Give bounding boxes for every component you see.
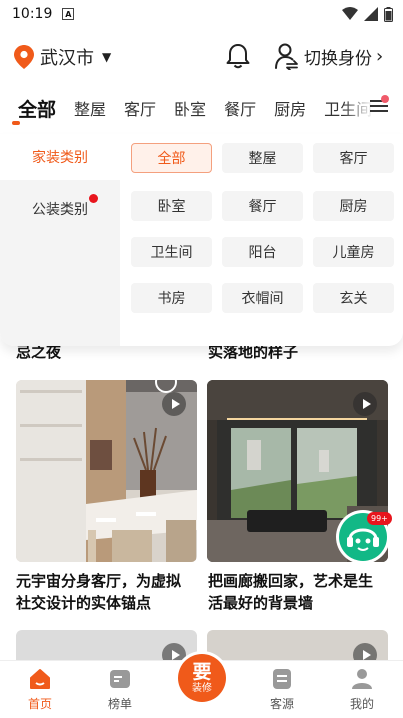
chip-whole-house[interactable]: 整屋: [222, 143, 303, 173]
switch-identity-label: 切换身份: [304, 48, 372, 69]
chip-balcony[interactable]: 阳台: [222, 237, 303, 267]
card-title-line-2: 社交设计的实体锚点: [16, 594, 152, 612]
category-commercial-label: 公装类别: [32, 202, 88, 218]
home-icon: [30, 669, 50, 689]
user-switch-icon: [275, 43, 298, 70]
nav-mine-label: 我的: [349, 697, 374, 711]
nav-ranking-label: 榜单: [107, 697, 132, 711]
nav-mine[interactable]: 我的: [332, 667, 392, 712]
service-count-badge: 99+: [367, 512, 392, 525]
chip-kitchen[interactable]: 厨房: [313, 191, 394, 221]
category-home[interactable]: 家装类别: [0, 134, 120, 180]
city-selector[interactable]: 武汉市 ▼: [14, 44, 111, 70]
category-commercial[interactable]: 公装类别: [0, 186, 120, 232]
active-tab-indicator: [12, 121, 20, 125]
notification-button[interactable]: [224, 42, 252, 74]
publish-sub-label: 装修: [192, 682, 212, 694]
nav-customers-label: 客源: [269, 697, 294, 711]
tab-living-room[interactable]: 客厅: [124, 96, 156, 120]
menu-badge-dot: [381, 95, 389, 103]
tab-dining-room[interactable]: 餐厅: [224, 96, 256, 120]
card-title-line-1: 把画廊搬回家，艺术是生: [208, 572, 374, 590]
ranking-icon: [110, 670, 130, 688]
chip-cloakroom[interactable]: 衣帽间: [222, 283, 303, 313]
nav-home-label: 首页: [27, 697, 52, 711]
chip-bedroom[interactable]: 卧室: [131, 191, 212, 221]
customers-icon: [273, 669, 291, 689]
card-title-line-2: 活最好的背景墙: [208, 594, 314, 612]
tab-bedroom[interactable]: 卧室: [174, 96, 206, 120]
chip-all[interactable]: 全部: [131, 143, 212, 173]
tab-kitchen[interactable]: 厨房: [274, 96, 306, 120]
chevron-right-icon: ›: [376, 45, 384, 67]
bell-icon: [226, 44, 250, 69]
profile-icon: [352, 669, 372, 689]
category-dropdown: 家装类别 公装类别 全部 整屋 客厅 卧室 餐厅 厨房 卫生间 阳台 儿童房 书…: [0, 134, 403, 346]
status-bar: 10:19 A: [0, 0, 403, 28]
card-title-line-1: 元宇宙分身客厅，为虚拟: [16, 572, 182, 590]
chip-dining-room[interactable]: 餐厅: [222, 191, 303, 221]
caret-down-icon: ▼: [102, 50, 112, 64]
city-name: 武汉市: [40, 48, 94, 69]
card-title-living-room[interactable]: 元宇宙分身客厅，为虚拟 社交设计的实体锚点: [16, 570, 181, 614]
nav-home[interactable]: 首页: [10, 667, 70, 712]
video-play-icon-1: [162, 392, 186, 416]
category-badge-dot: [89, 194, 98, 203]
chip-entrance[interactable]: 玄关: [313, 283, 394, 313]
sim-icon: A: [62, 8, 75, 20]
chip-study[interactable]: 书房: [131, 283, 212, 313]
wifi-icon: [342, 7, 358, 20]
status-time: 10:19: [12, 6, 53, 22]
switch-identity-button[interactable]: 切换身份 ›: [274, 42, 383, 70]
battery-icon: [384, 6, 393, 22]
chip-bathroom[interactable]: 卫生间: [131, 237, 212, 267]
category-sidebar: 家装类别 公装类别: [0, 134, 120, 346]
publish-main-label: 要: [192, 660, 212, 683]
tab-whole-house[interactable]: 整屋: [74, 96, 106, 120]
top-header: 武汉市 ▼ 切换身份 ›: [0, 36, 403, 78]
renovate-publish-button[interactable]: 要 装修: [178, 654, 226, 702]
nav-customers[interactable]: 客源: [252, 667, 312, 712]
location-pin-icon: [14, 45, 34, 69]
card-title-gallery-home[interactable]: 把画廊搬回家，艺术是生 活最好的背景墙: [208, 570, 373, 614]
tab-all[interactable]: 全部: [18, 95, 56, 122]
chip-kids-room[interactable]: 儿童房: [313, 237, 394, 267]
video-play-icon-2: [353, 392, 377, 416]
nav-ranking[interactable]: 榜单: [90, 667, 150, 712]
chip-living-room[interactable]: 客厅: [313, 143, 394, 173]
signal-icon: [364, 7, 378, 21]
